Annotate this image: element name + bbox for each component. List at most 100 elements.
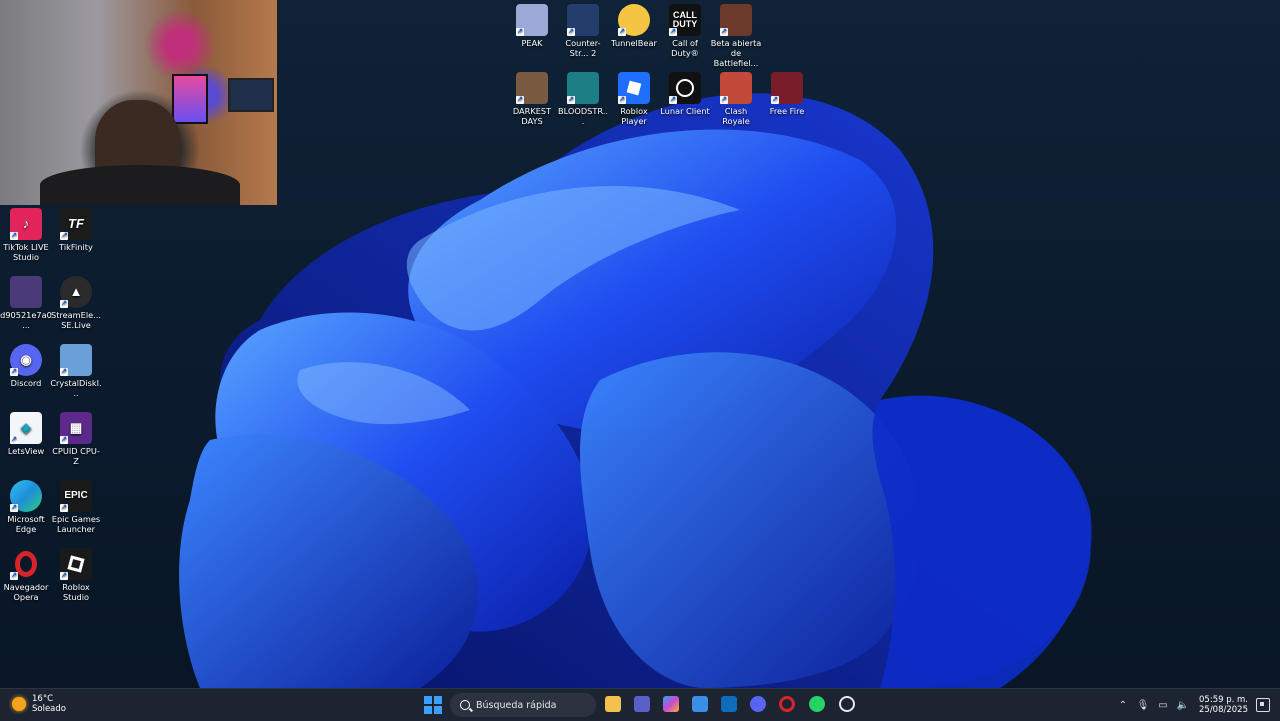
letsview-icon: ◈ ↗ xyxy=(10,412,42,444)
desktop-icon-counter-strike[interactable]: ↗ Counter-Str... 2 xyxy=(557,4,609,58)
desktop-icon-label: CrystalDiskI... xyxy=(50,378,102,398)
desktop-icon-letsview[interactable]: ◈ ↗ LetsView xyxy=(0,412,52,456)
opera-icon[interactable] xyxy=(779,696,795,712)
desktop-icon-label: Discord xyxy=(10,378,42,388)
desktop-icon-tunnelbear[interactable]: ↗ TunnelBear xyxy=(608,4,660,48)
webcam-monitor xyxy=(228,78,274,112)
call-of-duty-icon: CALL DUTY ↗ xyxy=(669,4,701,36)
windows-logo-tile xyxy=(434,706,442,714)
desktop-icon-edge[interactable]: ↗ Microsoft Edge xyxy=(0,480,52,534)
clash-royale-icon: ↗ xyxy=(720,72,752,104)
clock[interactable]: 05:59 p. m. 25/08/2025 xyxy=(1199,695,1248,715)
desktop-icon-roblox-studio[interactable]: ↗ Roblox Studio xyxy=(50,548,102,602)
search-placeholder: Búsqueda rápida xyxy=(476,699,557,711)
desktop-icon-free-fire[interactable]: ↗ Free Fire xyxy=(761,72,813,116)
desktop-icon-tikfinity[interactable]: TF ↗ TikFinity xyxy=(50,208,102,252)
desktop[interactable]: ↗ PEAK ↗ Counter-Str... 2 ↗ TunnelBear C… xyxy=(0,0,1280,688)
clock-date: 25/08/2025 xyxy=(1199,705,1248,715)
start-button[interactable] xyxy=(424,696,442,714)
counter-strike-icon: ↗ xyxy=(567,4,599,36)
desktop-icon-bloodstrike[interactable]: ↗ BLOODSTR... xyxy=(557,72,609,126)
discord-icon[interactable] xyxy=(750,696,766,712)
system-tray: ⌃ 🎙 ▭ 🔈 05:59 p. m. 25/08/2025 xyxy=(1113,689,1280,721)
desktop-icon-label: Lunar Client xyxy=(660,106,710,116)
desktop-icon-label: Roblox Studio xyxy=(62,582,90,602)
cpuz-icon: ▦ ↗ xyxy=(60,412,92,444)
webcam-pc-case xyxy=(172,74,208,124)
battlefield-icon: ↗ xyxy=(720,4,752,36)
desktop-icon-lunar-client[interactable]: ↗ Lunar Client xyxy=(659,72,711,116)
clock-time: 05:59 p. m. xyxy=(1199,695,1248,705)
windows-logo-tile xyxy=(424,706,432,714)
weather-description: Soleado xyxy=(32,704,66,714)
notification-icon[interactable] xyxy=(1256,698,1270,712)
sun-icon xyxy=(12,697,26,711)
tiktok-live-icon: ♪ ↗ xyxy=(10,208,42,240)
lunar-client-icon: ↗ xyxy=(669,72,701,104)
peak-icon: ↗ xyxy=(516,4,548,36)
volume-icon[interactable]: 🔈 xyxy=(1173,700,1193,711)
desktop-icon-label: Free Fire xyxy=(769,106,805,116)
desktop-icon-label: Navegador Opera xyxy=(3,582,49,602)
desktop-icon-darkest-days[interactable]: ↗ DARKEST DAYS xyxy=(506,72,558,126)
desktop-icon-roblox-player[interactable]: ↗ Roblox Player xyxy=(608,72,660,126)
microphone-icon[interactable]: 🎙 xyxy=(1133,700,1153,711)
image-file-icon xyxy=(10,276,42,308)
whatsapp-icon[interactable] xyxy=(809,696,825,712)
desktop-icon-clash-royale[interactable]: ↗ Clash Royale xyxy=(710,72,762,126)
desktop-icon-label: TikTok LIVE Studio xyxy=(3,242,49,262)
windows-logo-tile xyxy=(424,696,432,704)
windows-logo-tile xyxy=(434,696,442,704)
epic-glyph: EPIC xyxy=(64,490,88,501)
copilot-icon[interactable] xyxy=(663,696,679,712)
bloodstrike-icon: ↗ xyxy=(567,72,599,104)
darkest-days-icon: ↗ xyxy=(516,72,548,104)
desktop-icon-opera[interactable]: ↗ Navegador Opera xyxy=(0,548,52,602)
taskbar-search[interactable]: Búsqueda rápida xyxy=(450,693,596,717)
edge-icon: ↗ xyxy=(10,480,42,512)
tikfinity-glyph: TF xyxy=(68,216,84,231)
crystaldiskinfo-icon: ↗ xyxy=(60,344,92,376)
desktop-icon-image-file[interactable]: d90521e7a0... xyxy=(0,276,52,330)
desktop-icon-label: Roblox Player xyxy=(620,106,648,126)
desktop-icon-cpuz[interactable]: ▦ ↗ CPUID CPU-Z xyxy=(50,412,102,466)
desktop-icon-label: CPUID CPU-Z xyxy=(52,446,100,466)
network-icon[interactable]: ▭ xyxy=(1153,700,1173,711)
desktop-icon-label: TunnelBear xyxy=(611,38,657,48)
desktop-icon-label: Epic Games Launcher xyxy=(51,514,101,534)
chevron-up-icon[interactable]: ⌃ xyxy=(1113,700,1133,711)
roblox-studio-icon: ↗ xyxy=(60,548,92,580)
webcam-overlay xyxy=(0,0,277,205)
desktop-icon-label: PEAK xyxy=(521,38,543,48)
outlook-icon[interactable] xyxy=(721,696,737,712)
desktop-icon-label: Call of Duty® xyxy=(671,38,699,58)
desktop-icon-tiktok-live[interactable]: ♪ ↗ TikTok LIVE Studio xyxy=(0,208,52,262)
call-of-duty-glyph: CALL DUTY xyxy=(672,10,698,29)
discord-icon: ◉ ↗ xyxy=(10,344,42,376)
desktop-icon-label: Beta abierta de Battlefiel... xyxy=(710,38,762,68)
desktop-icon-battlefield[interactable]: ↗ Beta abierta de Battlefiel... xyxy=(710,4,762,68)
epic-games-icon: EPIC ↗ xyxy=(60,480,92,512)
search-icon xyxy=(460,700,470,710)
desktop-icon-discord[interactable]: ◉ ↗ Discord xyxy=(0,344,52,388)
teams-icon[interactable] xyxy=(634,696,650,712)
file-explorer-icon[interactable] xyxy=(605,696,621,712)
weather-widget[interactable]: 16°C Soleado xyxy=(12,694,66,714)
desktop-icon-label: Counter-Str... 2 xyxy=(565,38,601,58)
desktop-icon-call-of-duty[interactable]: CALL DUTY ↗ Call of Duty® xyxy=(659,4,711,58)
taskbar: 16°C Soleado Búsqueda rápida ⌃ 🎙 ▭ 🔈 05:… xyxy=(0,688,1280,721)
desktop-icon-crystaldiskinfo[interactable]: ↗ CrystalDiskI... xyxy=(50,344,102,398)
tunnelbear-icon: ↗ xyxy=(618,4,650,36)
desktop-icon-epic-games[interactable]: EPIC ↗ Epic Games Launcher xyxy=(50,480,102,534)
desktop-icon-label: d90521e7a0... xyxy=(0,310,52,330)
desktop-icon-label: StreamEle... SE.Live xyxy=(51,310,101,330)
opera-icon: ↗ xyxy=(10,548,42,580)
desktop-icon-label: Microsoft Edge xyxy=(7,514,45,534)
store-icon[interactable] xyxy=(692,696,708,712)
desktop-icon-peak[interactable]: ↗ PEAK xyxy=(506,4,558,48)
desktop-icon-label: Clash Royale xyxy=(722,106,750,126)
desktop-icon-label: BLOODSTR... xyxy=(558,106,608,126)
tikfinity-icon: TF ↗ xyxy=(60,208,92,240)
chatgpt-icon[interactable] xyxy=(839,696,855,712)
desktop-icon-streamelements[interactable]: ▲ ↗ StreamEle... SE.Live xyxy=(50,276,102,330)
